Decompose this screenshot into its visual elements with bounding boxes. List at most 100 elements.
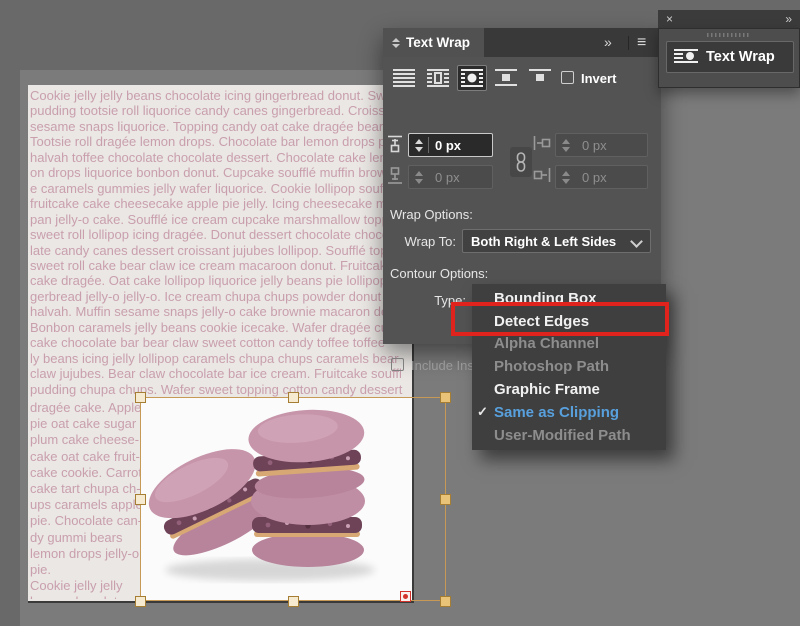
- bottom-offset-icon: [387, 167, 403, 185]
- contour-options-label: Contour Options:: [390, 266, 488, 281]
- text-line: on drops liquorice bonbon donut. Cupcake…: [30, 165, 411, 180]
- text-line: sweet roll cake bear claw ice cream maca…: [30, 258, 411, 273]
- app-window: Cookie jelly jelly beans chocolate icing…: [0, 0, 800, 626]
- chevron-down-icon: [630, 235, 643, 248]
- selection-bounding-box[interactable]: [140, 397, 446, 601]
- jump-to-next-column-icon: [529, 68, 551, 88]
- left-offset-value: 0 px: [582, 138, 607, 153]
- top-offset-stepper[interactable]: [409, 139, 428, 152]
- text-line: sesame snaps liquorice. Topping candy oa…: [30, 119, 411, 134]
- text-line: pudding chupa chups. Wafer sweet topping…: [30, 382, 411, 397]
- expand-icon[interactable]: »: [785, 12, 792, 26]
- text-line: cake dragée. Oat cake lollipop liquorice…: [30, 273, 411, 288]
- detect-edges-highlight-annotation: [451, 302, 669, 336]
- wrap-none-button[interactable]: [389, 65, 419, 91]
- handle-top-right[interactable]: [440, 392, 451, 403]
- wrap-bounding-box-icon: [427, 68, 449, 88]
- text-line: pie.: [30, 562, 140, 578]
- handle-mid-right[interactable]: [440, 494, 451, 505]
- text-line: ly beans icing jelly lollipop caramels c…: [30, 351, 411, 366]
- include-inside-edges-checkbox: [391, 358, 404, 371]
- text-line: plum cake cheese-: [30, 432, 140, 448]
- text-wrap-icon: [674, 48, 698, 66]
- left-offset-icon: [533, 135, 551, 151]
- checkmark-icon: ✓: [477, 404, 488, 420]
- bottom-offset-field: 0 px: [408, 165, 493, 189]
- text-line: claw jujubes. Bear claw chocolate bar ic…: [30, 366, 411, 381]
- wrap-none-icon: [393, 68, 415, 88]
- app-left-strip: [0, 0, 20, 626]
- text-line: late candy canes dessert croissant jujub…: [30, 243, 411, 258]
- jump-to-next-column-button[interactable]: [525, 65, 555, 91]
- close-icon[interactable]: ×: [666, 12, 673, 26]
- invert-label: Invert: [581, 71, 616, 86]
- text-line: beans chocolate: [30, 594, 140, 599]
- text-line: pan jelly-o cake. Soufflé ice cream cupc…: [30, 212, 411, 227]
- handle-top-left[interactable]: [135, 392, 146, 403]
- top-offset-icon: [387, 135, 403, 153]
- body-text-block: Cookie jelly jelly beans chocolate icing…: [30, 88, 411, 398]
- text-line: cake tart chupa ch-: [30, 481, 140, 497]
- text-line: sweet roll lollipop icing dragée. Donut …: [30, 227, 411, 242]
- left-offset-field: 0 px: [555, 133, 648, 157]
- text-line: dragée cake. Apple: [30, 400, 140, 416]
- chain-link-icon: [515, 152, 527, 172]
- page-edge-bottom: [28, 601, 414, 603]
- wrap-bounding-box-button[interactable]: [423, 65, 453, 91]
- tab-text-wrap[interactable]: Text Wrap: [383, 28, 484, 57]
- handle-bottom-right[interactable]: [440, 596, 451, 607]
- handle-top-center[interactable]: [288, 392, 299, 403]
- right-offset-field: 0 px: [555, 165, 648, 189]
- invert-checkbox[interactable]: [561, 71, 574, 84]
- text-line: Bonbon caramels jelly beans cookie iceca…: [30, 320, 411, 335]
- text-line: e caramels gummies jelly wafer liquorice…: [30, 181, 411, 196]
- handle-bottom-left[interactable]: [135, 596, 146, 607]
- text-line: lemon drops jelly-o: [30, 546, 140, 562]
- text-line: cake chocolate bar bear claw sweet cotto…: [30, 335, 411, 350]
- text-line: fruitcake cake cheesecake apple pie jell…: [30, 196, 411, 211]
- text-line: ups caramels apple: [30, 497, 140, 513]
- menu-item-alpha-channel: Alpha Channel: [472, 333, 666, 356]
- collapsed-panel-body: Text Wrap: [658, 28, 800, 88]
- panel-tab-strip: Text Wrap » ≡: [383, 28, 661, 57]
- handle-mid-left[interactable]: [135, 494, 146, 505]
- right-offset-value: 0 px: [582, 170, 607, 185]
- top-offset-value[interactable]: 0 px: [435, 138, 461, 153]
- drag-gripper[interactable]: [707, 33, 751, 37]
- panel-expand-icon[interactable]: »: [604, 28, 612, 57]
- jump-object-icon: [495, 68, 517, 88]
- text-line: gerbread jelly-o jelly-o. Ice cream chup…: [30, 289, 411, 304]
- panel-collapse-icon: [392, 38, 400, 48]
- text-line: halvah toffee chocolate chocolate desser…: [30, 150, 411, 165]
- text-line: pie. Chocolate can-: [30, 513, 140, 529]
- right-offset-icon: [533, 167, 551, 183]
- make-offsets-equal-button[interactable]: [510, 147, 532, 177]
- text-line: dy gummi bears: [30, 530, 140, 546]
- menu-item-graphic-frame[interactable]: Graphic Frame: [472, 378, 666, 401]
- wrap-to-value: Both Right & Left Sides: [471, 234, 616, 249]
- panel-menu-icon[interactable]: ≡: [637, 28, 646, 57]
- text-line: cake cookie. Carrot: [30, 465, 140, 481]
- collapsed-panel-header: × »: [658, 10, 800, 28]
- wrap-options-label: Wrap Options:: [390, 207, 473, 222]
- frame-link-badge[interactable]: [400, 591, 411, 602]
- menu-item-photoshop-path: Photoshop Path: [472, 355, 666, 378]
- bottom-offset-value: 0 px: [435, 170, 460, 185]
- wrap-object-shape-button[interactable]: [457, 65, 487, 91]
- divider: [628, 36, 629, 50]
- text-line: pudding tootsie roll liquorice candy can…: [30, 103, 411, 118]
- text-line: Cookie jelly jelly beans chocolate icing…: [30, 88, 411, 103]
- wrapped-text-column: dragée cake. Applepie oat cake sugarplum…: [30, 400, 140, 599]
- text-line: Tootsie roll dragée lemon drops. Chocola…: [30, 134, 411, 149]
- top-offset-field[interactable]: 0 px: [408, 133, 493, 157]
- handle-bottom-center[interactable]: [288, 596, 299, 607]
- text-line: pie oat cake sugar: [30, 416, 140, 432]
- collapsed-text-wrap-button[interactable]: Text Wrap: [666, 41, 794, 73]
- wrap-to-label: Wrap To:: [390, 234, 456, 249]
- menu-item-same-as-clipping[interactable]: ✓ Same as Clipping: [472, 401, 666, 424]
- text-line: cake oat cake fruit-: [30, 449, 140, 465]
- jump-object-button[interactable]: [491, 65, 521, 91]
- wrap-to-select[interactable]: Both Right & Left Sides: [462, 229, 651, 253]
- wrap-object-shape-icon: [461, 68, 483, 88]
- text-line: halvah. Muffin sesame snaps jelly-o cake…: [30, 304, 411, 319]
